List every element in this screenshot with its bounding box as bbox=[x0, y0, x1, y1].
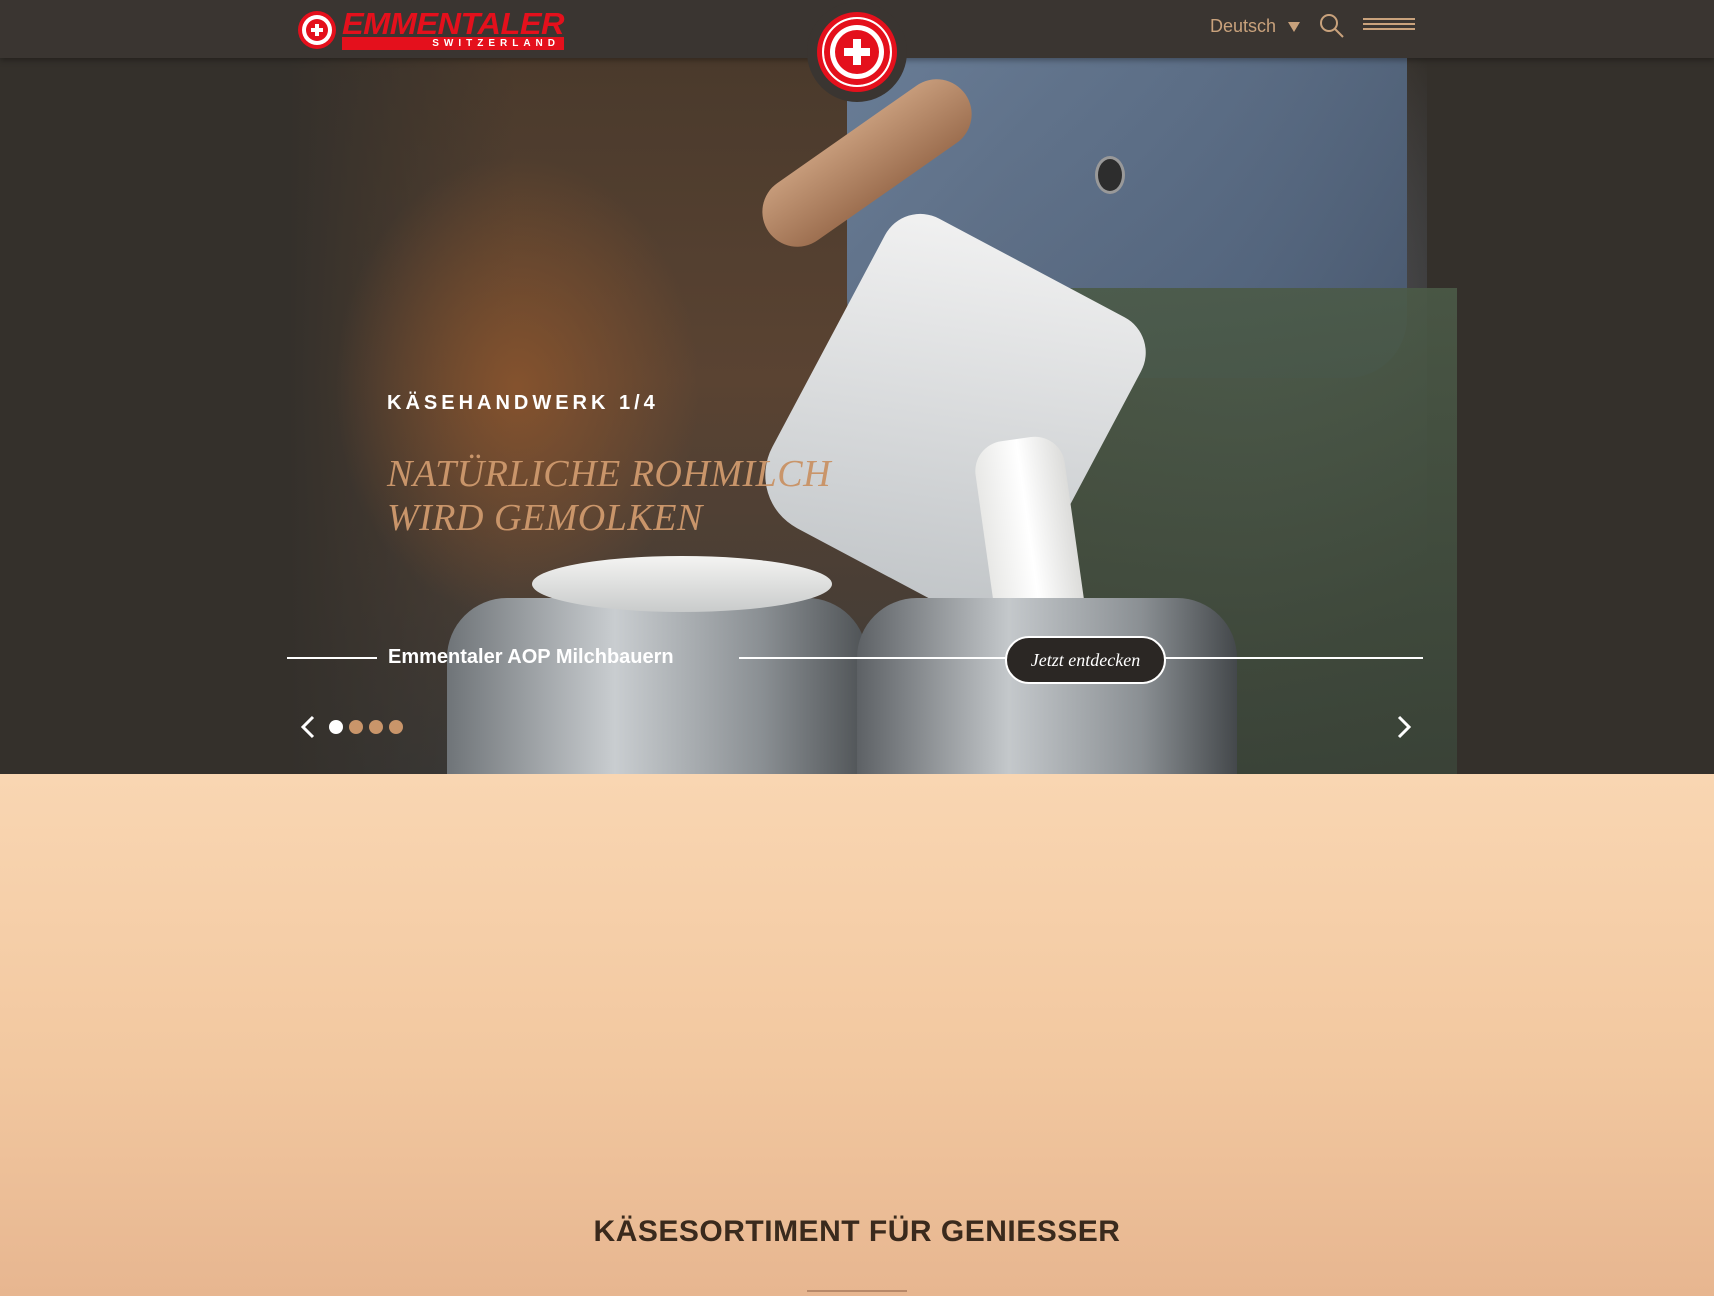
divider-line bbox=[287, 657, 377, 659]
hero-kicker: KÄSEHANDWERK 1/4 bbox=[387, 392, 659, 414]
discover-button[interactable]: Jetzt entdecken bbox=[1005, 636, 1166, 684]
logo-seal-icon bbox=[298, 11, 336, 49]
chevron-left-icon bbox=[300, 715, 315, 739]
previous-slide-button[interactable] bbox=[296, 712, 322, 742]
hero-subtitle: Emmentaler AOP Milchbauern bbox=[388, 646, 674, 668]
logo-word: EMMENTALER bbox=[342, 6, 565, 41]
aop-seal-badge[interactable] bbox=[807, 2, 907, 102]
section-divider bbox=[807, 1290, 907, 1292]
search-icon bbox=[1320, 14, 1344, 38]
slide-dot-4[interactable] bbox=[389, 720, 403, 734]
caret-down-icon bbox=[1288, 21, 1301, 32]
aop-seal-icon bbox=[817, 12, 897, 92]
language-label: Deutsch bbox=[1210, 16, 1277, 36]
chevron-right-icon bbox=[1397, 715, 1412, 739]
slide-dot-2[interactable] bbox=[349, 720, 363, 734]
search-button[interactable] bbox=[1318, 12, 1346, 40]
language-selector[interactable]: Deutsch bbox=[1210, 16, 1301, 37]
hero-slider: KÄSEHANDWERK 1/4 NATÜRLICHE ROHMILCH WIR… bbox=[0, 58, 1714, 774]
next-slide-button[interactable] bbox=[1390, 712, 1416, 742]
section-title: KÄSESORTIMENT FÜR GENIESSER bbox=[593, 1215, 1121, 1248]
slide-dot-3[interactable] bbox=[369, 720, 383, 734]
hero-title: NATÜRLICHE ROHMILCH WIRD GEMOLKEN bbox=[387, 452, 831, 540]
emmentaler-logo[interactable]: EMMENTALER SWITZERLAND bbox=[298, 8, 565, 50]
hero-title-line1: NATÜRLICHE ROHMILCH bbox=[387, 453, 832, 495]
slide-dots bbox=[329, 720, 409, 734]
hamburger-menu-button[interactable] bbox=[1363, 18, 1415, 36]
slide-dot-1[interactable] bbox=[329, 720, 343, 734]
hero-title-line2: WIRD GEMOLKEN bbox=[387, 497, 703, 539]
logo-wordmark: EMMENTALER SWITZERLAND bbox=[342, 8, 565, 50]
